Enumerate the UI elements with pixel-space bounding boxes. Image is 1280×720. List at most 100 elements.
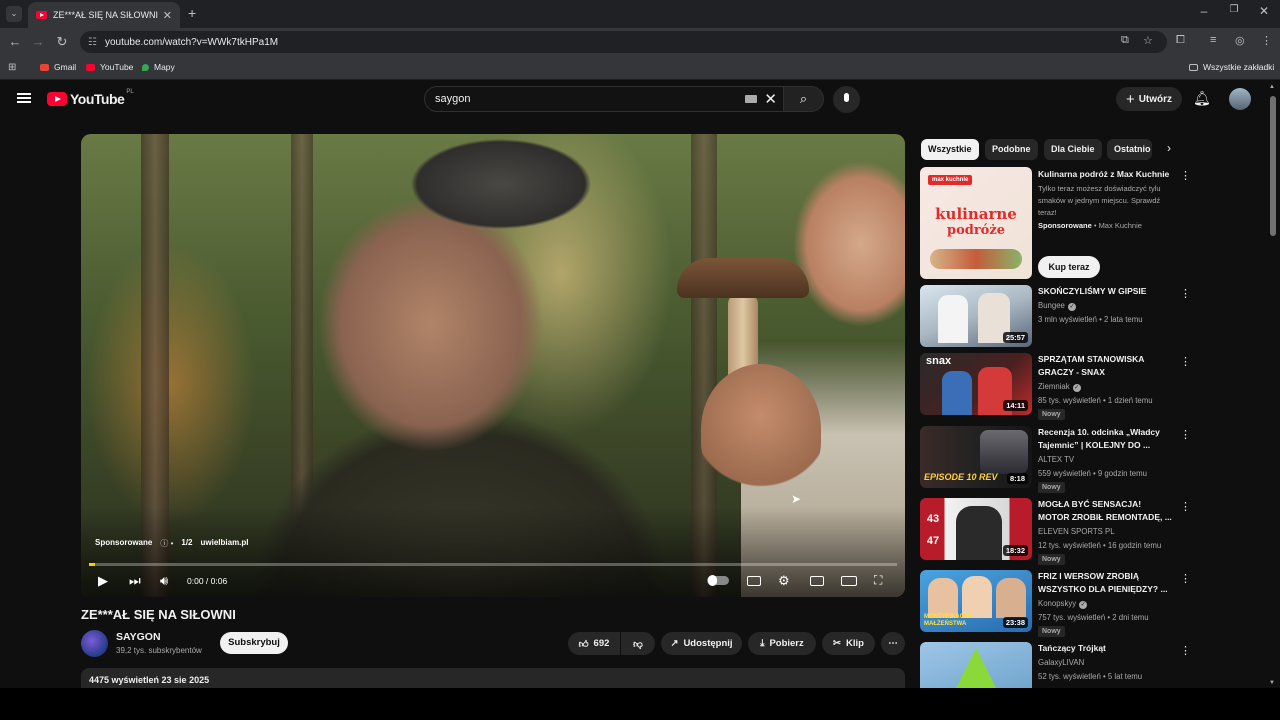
rec-item[interactable]: Tańczący Trójkąt GalaxyLIVAN 52 tys. wyś…	[920, 642, 1265, 688]
rec-item[interactable]: 25:57 SKOŃCZYLIŚMY W GIPSIE Bungee ✓ 3 ml…	[920, 285, 1265, 349]
ad-cta-button[interactable]: Kup teraz	[1038, 256, 1100, 278]
ad-thumbnail[interactable]: max kuchnie kulinarne podróże	[920, 167, 1032, 279]
window-minimize-icon[interactable]: –	[1194, 4, 1214, 18]
fullscreen-icon[interactable]: ⛶	[874, 573, 882, 588]
install-app-icon[interactable]: ⧉	[1121, 34, 1129, 47]
bookmark-youtube[interactable]: YouTube	[86, 62, 133, 72]
rec-thumbnail[interactable]: 25:57	[920, 285, 1032, 347]
scroll-down-icon[interactable]: ▼	[1269, 680, 1275, 686]
search-button[interactable]: ⌕	[784, 86, 824, 112]
browser-tab-active[interactable]: ZE***AŁ SIĘ NA SIŁOWNI - YouTube ✕	[28, 2, 180, 28]
rec-title[interactable]: MOGŁA BYĆ SENSACJA! MOTOR ZROBIŁ REMONTA…	[1038, 498, 1173, 524]
rec-kebab-icon[interactable]: ⋮	[1180, 287, 1191, 300]
rec-item[interactable]: 43 47 18:32 MOGŁA BYĆ SENSACJA! MOTOR ZR…	[920, 498, 1265, 565]
progress-bar[interactable]	[89, 563, 897, 566]
clear-search-icon[interactable]: ✕	[764, 90, 777, 108]
rec-kebab-icon[interactable]: ⋮	[1180, 644, 1191, 657]
extensions-puzzle-icon[interactable]: ⧠	[1176, 34, 1185, 47]
chip-related[interactable]: Podobne	[985, 139, 1038, 160]
rec-title[interactable]: Recenzja 10. odcinka „Władcy Tajemnic” |…	[1038, 426, 1173, 452]
download-button[interactable]: ⤓ Pobierz	[748, 632, 816, 655]
page-scrollbar[interactable]: ▲ ▼	[1269, 84, 1277, 686]
subtitles-icon[interactable]	[747, 576, 761, 586]
all-bookmarks-folder[interactable]: Wszystkie zakładki	[1189, 62, 1274, 72]
tab-close-icon[interactable]: ✕	[163, 9, 172, 22]
rec-thumbnail[interactable]: snax 14:11	[920, 353, 1032, 415]
settings-gear-icon[interactable]: ⚙	[778, 573, 790, 589]
play-icon[interactable]: ▶	[98, 573, 108, 589]
thumb-anime-figure	[980, 430, 1028, 474]
create-button[interactable]: + Utwórz	[1116, 87, 1182, 111]
description-box[interactable]: 4475 wyświetleń 23 sie 2025	[81, 668, 905, 688]
hamburger-menu-icon[interactable]	[17, 93, 31, 103]
share-button[interactable]: ↗ Udostępnij	[661, 632, 742, 655]
theater-mode-icon[interactable]	[841, 576, 857, 586]
more-actions-button[interactable]: ⋯	[881, 632, 905, 655]
rec-kebab-icon[interactable]: ⋮	[1180, 572, 1191, 585]
chip-for-you[interactable]: Dla Ciebie	[1044, 139, 1102, 160]
subscribe-button[interactable]: Subskrybuj	[220, 632, 288, 654]
rec-thumbnail[interactable]: MONTYFIKACJA MAŁŻEŃSTWA 23:38	[920, 570, 1032, 632]
voice-search-button[interactable]	[833, 86, 860, 113]
bookmark-gmail[interactable]: Gmail	[40, 62, 76, 72]
rec-thumbnail[interactable]	[920, 642, 1032, 688]
bookmark-star-icon[interactable]: ☆	[1143, 34, 1153, 47]
window-close-icon[interactable]: ✕	[1254, 4, 1274, 18]
triangle-figure	[954, 648, 998, 688]
rec-thumbnail[interactable]: EPISODE 10 REV 8:18	[920, 426, 1032, 488]
browser-menu-icon[interactable]: ⋮	[1261, 34, 1272, 47]
rec-title[interactable]: Tańczący Trójkąt	[1038, 642, 1173, 655]
rec-thumbnail[interactable]: 43 47 18:32	[920, 498, 1032, 560]
back-arrow-icon[interactable]: ←	[6, 34, 24, 49]
apps-grid-icon[interactable]: ⊞	[8, 62, 16, 73]
progress-fill	[89, 563, 96, 566]
volume-icon[interactable]: 🔊︎	[160, 573, 168, 589]
notifications-bell-icon[interactable]: 🔔︎	[1193, 90, 1211, 107]
ad-domain-link[interactable]: uwielbiam.pl	[201, 538, 249, 549]
account-avatar[interactable]	[1229, 88, 1251, 110]
forward-arrow-icon[interactable]: →	[29, 34, 47, 49]
rec-kebab-icon[interactable]: ⋮	[1180, 500, 1191, 513]
ad-title[interactable]: Kulinarna podróż z Max Kuchnie	[1038, 168, 1173, 180]
next-video-icon[interactable]: ⏭︎	[129, 573, 141, 589]
rec-duration: 23:38	[1002, 617, 1028, 628]
profile-icon[interactable]: ◎	[1235, 34, 1245, 47]
chip-all[interactable]: Wszystkie	[921, 139, 979, 160]
tab-search-chevron-icon[interactable]: ⌄	[6, 6, 22, 22]
search-input[interactable]: saygon ✕	[424, 86, 784, 112]
site-info-icon[interactable]: ☷	[88, 37, 97, 48]
rec-kebab-icon[interactable]: ⋮	[1180, 428, 1191, 441]
rec-title[interactable]: SPRZĄTAM STANOWISKA GRACZY - SNAX	[1038, 353, 1173, 379]
scrollbar-thumb[interactable]	[1270, 96, 1276, 236]
dislike-button[interactable]: 👎︎	[621, 632, 655, 655]
like-button[interactable]: 👍︎ 692	[568, 632, 620, 655]
rec-kebab-icon[interactable]: ⋮	[1180, 355, 1191, 368]
window-restore-icon[interactable]: ❐	[1224, 4, 1244, 15]
thumb-figure	[996, 578, 1026, 618]
address-bar[interactable]: ☷ youtube.com/watch?v=WWk7tkHPa1M	[80, 31, 1167, 53]
youtube-favicon-icon	[36, 11, 47, 19]
channel-name[interactable]: SAYGON	[116, 631, 161, 643]
ad-kebab-icon[interactable]: ⋮	[1180, 169, 1191, 182]
rec-title[interactable]: FRIZ I WERSOW ZROBIĄ WSZYSTKO DLA PIENIĘ…	[1038, 570, 1173, 596]
scroll-up-icon[interactable]: ▲	[1269, 84, 1275, 90]
new-tab-plus-icon[interactable]: +	[188, 5, 196, 21]
autoplay-toggle[interactable]	[707, 575, 729, 586]
chip-recent[interactable]: Ostatnio	[1107, 139, 1152, 160]
reload-icon[interactable]: ↻	[53, 34, 71, 50]
youtube-logo[interactable]: YouTube PL	[47, 89, 134, 107]
rec-item[interactable]: snax 14:11 SPRZĄTAM STANOWISKA GRACZY - …	[920, 353, 1265, 420]
ad-info-icon[interactable]: ⓘ •	[160, 538, 173, 549]
clip-button[interactable]: ✂ Klip	[822, 632, 875, 655]
keyboard-icon[interactable]	[745, 95, 757, 103]
channel-avatar[interactable]	[81, 630, 108, 657]
chips-next-chevron-icon[interactable]: ›	[1167, 141, 1171, 155]
rec-item[interactable]: EPISODE 10 REV 8:18 Recenzja 10. odcinka…	[920, 426, 1265, 493]
rec-title[interactable]: SKOŃCZYLIŚMY W GIPSIE	[1038, 285, 1173, 298]
miniplayer-icon[interactable]	[810, 576, 824, 586]
bookmark-maps[interactable]: Mapy	[142, 62, 175, 72]
thumb-figure	[962, 576, 992, 618]
media-control-icon[interactable]: ≡	[1210, 34, 1216, 46]
rec-item[interactable]: MONTYFIKACJA MAŁŻEŃSTWA 23:38 FRIZ I WER…	[920, 570, 1265, 637]
video-player[interactable]: Sponsorowane ⓘ • 1/2 uwielbiam.pl ▶ ⏭︎ 🔊…	[81, 134, 905, 597]
